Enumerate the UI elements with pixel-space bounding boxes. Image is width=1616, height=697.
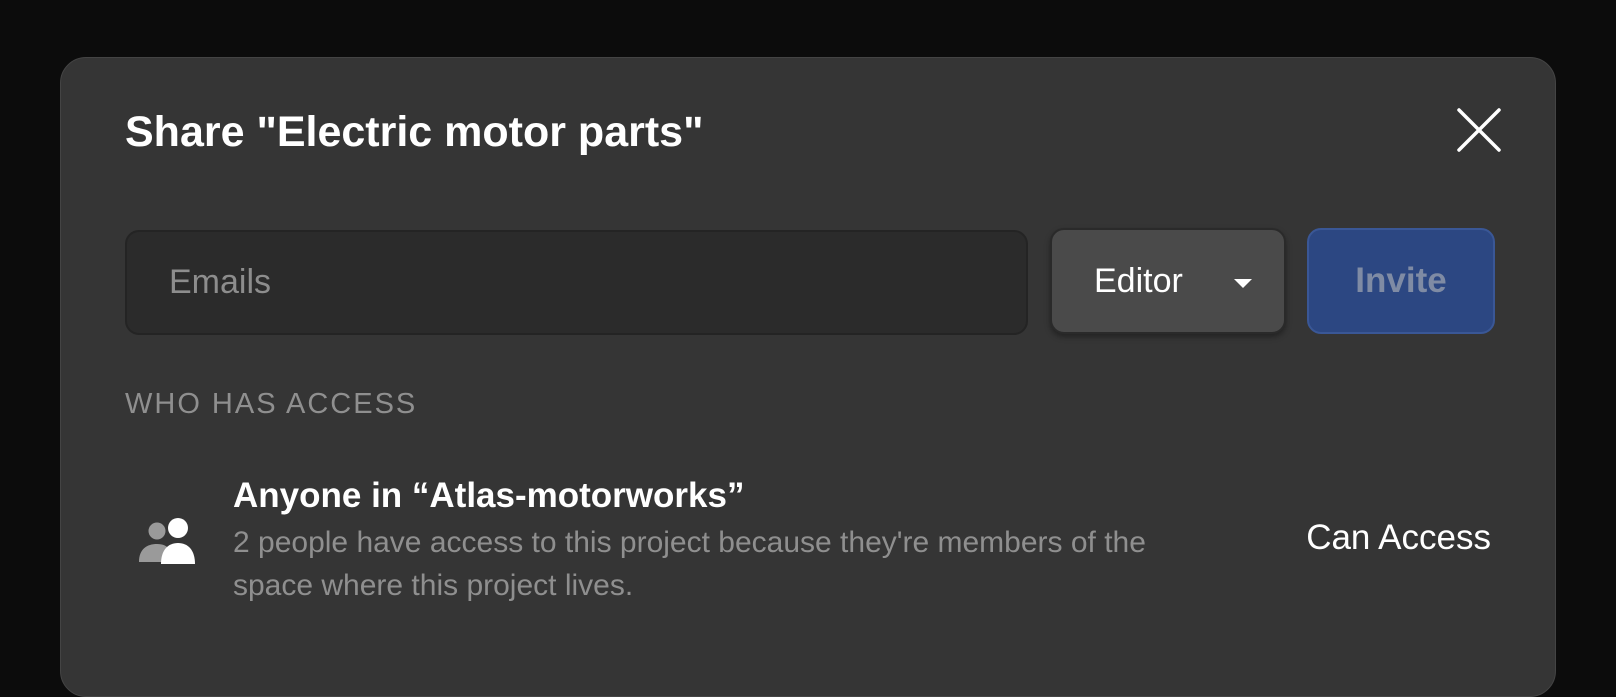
access-entry-title: Anyone in “Atlas-motorworks” <box>233 476 745 515</box>
close-icon <box>1457 108 1501 152</box>
chevron-down-icon <box>1234 279 1252 288</box>
access-level-dropdown[interactable]: Can Access <box>1281 518 1491 558</box>
share-dialog: Share "Electric motor parts" Editor Invi… <box>60 57 1556 697</box>
people-icon <box>139 518 195 564</box>
section-heading: WHO HAS ACCESS <box>125 388 418 420</box>
email-input[interactable] <box>125 230 1028 335</box>
role-select-label: Editor <box>1094 261 1183 300</box>
role-select[interactable]: Editor <box>1050 228 1286 334</box>
dialog-title: Share "Electric motor parts" <box>125 108 704 156</box>
invite-button[interactable]: Invite <box>1307 228 1495 334</box>
close-button[interactable] <box>1453 104 1505 156</box>
access-entry-description: 2 people have access to this project bec… <box>233 526 1146 602</box>
